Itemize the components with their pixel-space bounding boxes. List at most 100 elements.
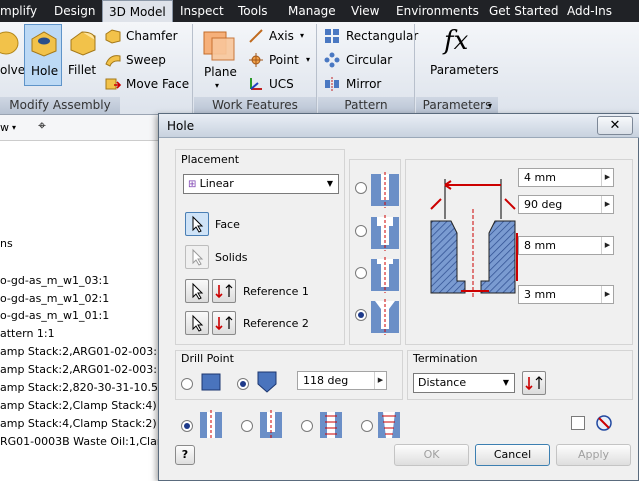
mirror-button[interactable]: Mirror	[346, 76, 381, 92]
cancel-button[interactable]: Cancel	[475, 444, 550, 466]
hole-type-simple-radio[interactable]	[355, 182, 367, 194]
hole-icon	[31, 31, 57, 57]
face-select-button[interactable]	[185, 212, 209, 236]
hole-button[interactable]: Hole	[24, 24, 62, 86]
pattern-panel: Pattern	[318, 97, 414, 114]
clearance-hole-type-icon	[260, 410, 282, 440]
parameters-dropdown-icon[interactable]: ▾	[488, 98, 492, 114]
tab-manage[interactable]: Manage	[288, 0, 336, 22]
axis-button[interactable]: Axis	[269, 28, 294, 44]
cursor-icon	[192, 248, 204, 266]
taper-tapped-hole-radio[interactable]	[361, 420, 373, 432]
axis-dropdown-icon[interactable]: ▾	[300, 28, 304, 44]
chevron-right-icon[interactable]: ▶	[601, 169, 613, 186]
simple-hole-radio[interactable]	[181, 420, 193, 432]
parameters-button[interactable]: Parameters	[430, 62, 499, 78]
menu-bar: mplify Design 3D Model Inspect Tools Man…	[0, 0, 639, 22]
tab-3d-model[interactable]: 3D Model	[102, 0, 173, 22]
browser-item[interactable]: attern 1:1	[0, 327, 55, 341]
tab-get-started[interactable]: Get Started	[489, 0, 559, 22]
circular-pattern-icon[interactable]	[324, 52, 340, 68]
dialog-titlebar[interactable]: Hole ✕	[159, 114, 639, 138]
tab-add-ins[interactable]: Add-Ins	[567, 0, 612, 22]
fillet-label[interactable]: Fillet	[68, 62, 96, 78]
move-face-button[interactable]: Move Face	[126, 76, 189, 92]
plane-icon[interactable]	[200, 28, 236, 62]
parameters-icon[interactable]: fx	[444, 26, 468, 56]
revolve-label[interactable]: olve	[0, 62, 25, 78]
solids-select-button[interactable]	[185, 245, 209, 269]
clearance-hole-radio[interactable]	[241, 420, 253, 432]
browser-item[interactable]: amp Stack:2,ARG01-02-003:1) (7	[0, 363, 183, 377]
ribbon-separator	[192, 24, 193, 114]
tapped-hole-radio[interactable]	[301, 420, 313, 432]
circular-button[interactable]: Circular	[346, 52, 392, 68]
model-browser: w ▾ ⌖ ns o-gd-as_m_w1_03:1 o-gd-as_m_w1_…	[0, 115, 189, 481]
point-dropdown-icon[interactable]: ▾	[306, 52, 310, 68]
view-dropdown-icon[interactable]: ▾	[12, 121, 16, 135]
chevron-right-icon[interactable]: ▶	[601, 286, 613, 303]
find-icon[interactable]: ⌖	[38, 119, 46, 133]
move-face-icon[interactable]	[104, 76, 122, 92]
browser-item[interactable]: o-gd-as_m_w1_01:1	[0, 309, 109, 323]
browser-item[interactable]: amp Stack:2,ARG01-02-003:1)	[0, 345, 168, 359]
tab-view[interactable]: View	[351, 0, 379, 22]
ok-button[interactable]: OK	[394, 444, 469, 466]
termination-select[interactable]: Distance ▼	[413, 373, 515, 393]
reference1-flip-button[interactable]	[212, 279, 236, 303]
dimension-8mm-field[interactable]: 8 mm ▶	[518, 236, 614, 255]
point-button[interactable]: Point	[269, 52, 299, 68]
rectangular-pattern-icon[interactable]	[324, 28, 340, 44]
dimension-4mm-field[interactable]: 4 mm ▶	[518, 168, 614, 187]
chamfer-icon[interactable]	[104, 28, 122, 44]
apply-button[interactable]: Apply	[556, 444, 631, 466]
ucs-icon[interactable]	[248, 76, 264, 92]
tab-tools[interactable]: Tools	[238, 0, 268, 22]
dimension-90deg-field[interactable]: 90 deg ▶	[518, 195, 614, 214]
browser-item[interactable]: o-gd-as_m_w1_02:1	[0, 292, 109, 306]
tab-inspect[interactable]: Inspect	[180, 0, 224, 22]
chamfer-button[interactable]: Chamfer	[126, 28, 178, 44]
plane-dropdown-icon[interactable]: ▾	[215, 78, 219, 94]
sweep-button[interactable]: Sweep	[126, 52, 166, 68]
close-button[interactable]: ✕	[597, 116, 633, 135]
simple-hole-icon	[371, 172, 399, 208]
chevron-right-icon[interactable]: ▶	[601, 237, 613, 254]
plane-label[interactable]: Plane	[204, 64, 237, 80]
no-preview-icon[interactable]	[595, 414, 613, 432]
reference2-flip-button[interactable]	[212, 311, 236, 335]
browser-item[interactable]: amp Stack:4,Clamp Stack:2)	[0, 417, 157, 431]
drill-point-angle-radio[interactable]	[237, 378, 249, 390]
hole-type-spotface-radio[interactable]	[355, 267, 367, 279]
rectangular-button[interactable]: Rectangular	[346, 28, 418, 44]
checkbox[interactable]	[571, 416, 585, 430]
tab-design[interactable]: Design	[54, 0, 95, 22]
browser-item[interactable]: ns	[0, 237, 13, 251]
dimension-3mm-field[interactable]: 3 mm ▶	[518, 285, 614, 304]
tab-simplify[interactable]: mplify	[0, 0, 37, 22]
mirror-icon[interactable]	[324, 76, 340, 92]
fillet-icon[interactable]	[68, 28, 98, 56]
chevron-right-icon[interactable]: ▶	[374, 372, 386, 389]
chevron-down-icon: ▼	[326, 179, 334, 188]
hole-type-countersink-radio[interactable]	[355, 309, 367, 321]
help-button[interactable]: ?	[175, 445, 195, 465]
drill-angle-field[interactable]: 118 deg ▶	[297, 371, 387, 390]
chevron-right-icon[interactable]: ▶	[601, 196, 613, 213]
tab-environments[interactable]: Environments	[396, 0, 479, 22]
sweep-icon[interactable]	[104, 52, 122, 68]
placement-type-value: Linear	[199, 177, 234, 190]
termination-flip-button[interactable]	[522, 371, 546, 395]
drill-point-flat-radio[interactable]	[181, 378, 193, 390]
ucs-button[interactable]: UCS	[269, 76, 294, 92]
axis-icon[interactable]	[248, 28, 264, 44]
hole-type-counterbore-radio[interactable]	[355, 225, 367, 237]
browser-item[interactable]: o-gd-as_m_w1_03:1	[0, 274, 109, 288]
reference2-select-button[interactable]	[185, 311, 209, 335]
browser-item[interactable]: amp Stack:2,820-30-31-10.5A:13	[0, 381, 183, 395]
placement-type-select[interactable]: ⊞ Linear ▼	[183, 174, 339, 194]
reference1-select-button[interactable]	[185, 279, 209, 303]
revolve-icon[interactable]	[0, 28, 20, 58]
point-icon[interactable]	[248, 52, 264, 68]
view-label[interactable]: w	[0, 121, 9, 135]
